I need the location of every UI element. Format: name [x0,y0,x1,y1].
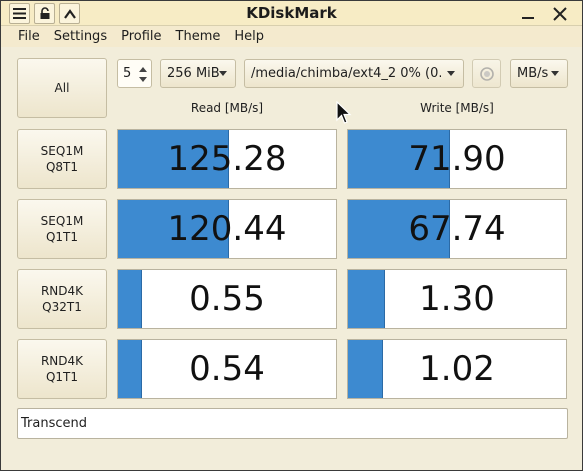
read-column-header: Read [MB/s] [190,101,264,115]
menu-theme[interactable]: Theme [169,29,228,44]
main-content: All 5 256 MiB /media/chimba/ext4_2 0% (0… [1,47,582,470]
read-result-rnd4k-q32t1: 0.55 [117,269,337,329]
refresh-button[interactable] [472,59,501,88]
title-bar: KDiskMark [1,1,582,26]
target-select[interactable]: /media/chimba/ext4_2 0% (0.00/6. [244,59,464,88]
test-name-line2: Q8T1 [45,160,79,174]
units-value: MB/s [517,66,549,81]
write-result-rnd4k-q32t1: 1.30 [347,269,567,329]
runs-spinbox[interactable]: 5 [117,59,152,88]
test-name-line1: RND4K [40,284,84,298]
test-name-line2: Q1T1 [45,370,79,384]
size-value: 256 MiB [167,66,220,81]
spin-down-icon[interactable] [139,77,147,82]
read-result-seq1m-q8t1: 125.28 [117,129,337,189]
menu-help[interactable]: Help [227,29,271,44]
menu-file[interactable]: File [11,29,47,44]
test-name-line2: Q1T1 [45,230,79,244]
mouse-cursor-icon [336,101,352,124]
write-result-seq1m-q8t1: 71.90 [347,129,567,189]
menu-bar: File Settings Profile Theme Help [1,26,582,47]
test-button-rnd4k-q32t1[interactable]: RND4K Q32T1 [17,269,107,329]
read-result-rnd4k-q1t1: 0.54 [117,339,337,399]
test-name-line1: SEQ1M [40,214,84,228]
size-select[interactable]: 256 MiB [160,59,236,88]
refresh-icon [479,66,494,81]
write-result-seq1m-q1t1: 67.74 [347,199,567,259]
read-value: 120.44 [167,209,287,249]
comment-field[interactable]: Transcend [17,408,568,439]
units-select[interactable]: MB/s [510,59,568,88]
all-button[interactable]: All [17,58,107,118]
write-value: 1.02 [419,349,495,389]
write-value: 67.74 [408,209,506,249]
write-value: 71.90 [408,139,506,179]
write-result-rnd4k-q1t1: 1.02 [347,339,567,399]
read-value: 0.55 [189,279,265,319]
test-name-line1: RND4K [40,354,84,368]
test-button-seq1m-q8t1[interactable]: SEQ1M Q8T1 [17,129,107,189]
menu-settings[interactable]: Settings [47,29,114,44]
window-title: KDiskMark [246,4,337,22]
test-name-line2: Q32T1 [42,300,82,314]
write-column-header: Write [MB/s] [420,101,494,115]
target-value: /media/chimba/ext4_2 0% (0.00/6. [251,66,441,81]
read-value: 125.28 [167,139,287,179]
test-button-seq1m-q1t1[interactable]: SEQ1M Q1T1 [17,199,107,259]
test-button-rnd4k-q1t1[interactable]: RND4K Q1T1 [17,339,107,399]
write-value: 1.30 [419,279,495,319]
menu-profile[interactable]: Profile [114,29,168,44]
chevron-down-icon [219,71,227,76]
chevron-down-icon [551,71,559,76]
test-name-line1: SEQ1M [40,144,84,158]
read-result-seq1m-q1t1: 120.44 [117,199,337,259]
minimize-icon[interactable] [517,3,539,24]
read-value: 0.54 [189,349,265,389]
kdiskmark-window: KDiskMark File Settings Profile Theme He… [0,0,583,471]
close-icon[interactable] [549,3,571,24]
all-button-label: All [54,81,70,95]
runs-value: 5 [123,66,132,81]
spin-up-icon[interactable] [139,67,147,72]
chevron-down-icon [447,71,455,76]
